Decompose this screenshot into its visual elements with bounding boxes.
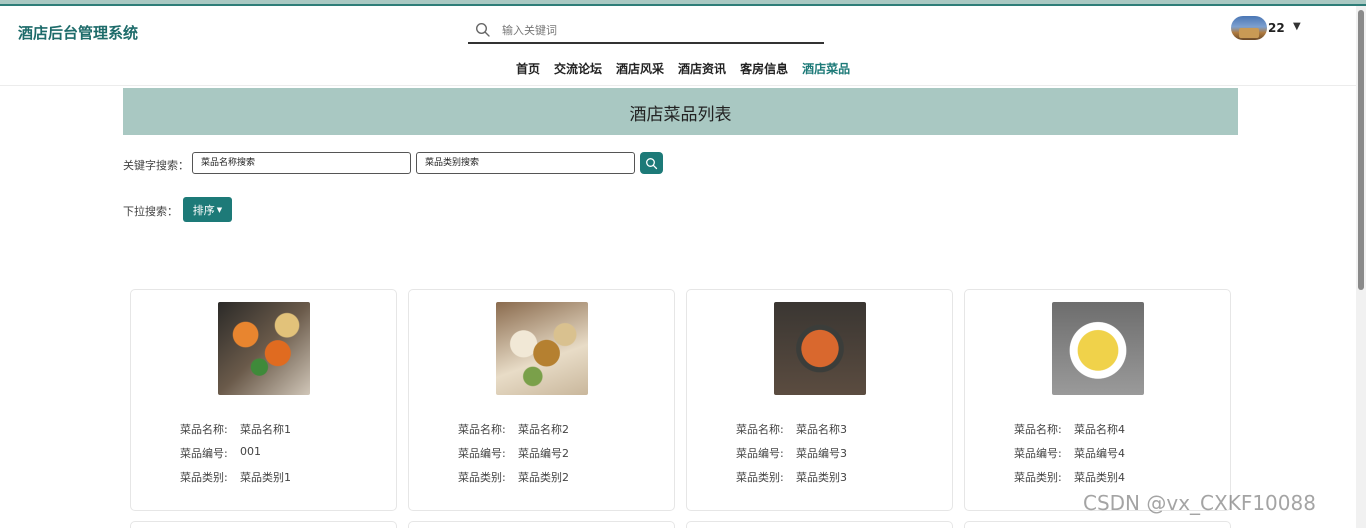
avatar[interactable] — [1231, 16, 1267, 40]
dish-category: 菜品类别1 — [240, 471, 291, 484]
dish-image[interactable] — [1052, 302, 1144, 395]
field-label: 菜品编号: — [1014, 447, 1062, 460]
field-label: 菜品类别: — [736, 471, 784, 484]
sort-button-label: 排序 — [192, 203, 215, 217]
dish-code: 菜品编号4 — [1074, 447, 1125, 460]
page-title: 酒店菜品列表 — [629, 105, 732, 125]
field-label: 菜品名称: — [1014, 423, 1062, 436]
caret-down-icon: ▼ — [216, 205, 223, 214]
dish-image[interactable] — [496, 302, 588, 395]
username[interactable]: 22 — [1268, 21, 1285, 35]
dish-card-next-row[interactable] — [408, 521, 675, 528]
page-banner: 酒店菜品列表 — [123, 88, 1238, 135]
dish-category: 菜品类别2 — [518, 471, 569, 484]
field-label: 菜品名称: — [736, 423, 784, 436]
dish-code: 菜品编号3 — [796, 447, 847, 460]
dish-card[interactable]: 菜品名称: 菜品名称1 菜品编号: 001 菜品类别: 菜品类别1 — [130, 289, 397, 511]
nav-item-home[interactable]: 首页 — [516, 60, 540, 80]
field-label: 菜品名称: — [180, 423, 228, 436]
dish-name: 菜品名称1 — [240, 423, 291, 436]
dish-code: 菜品编号2 — [518, 447, 569, 460]
dish-card-next-row[interactable] — [686, 521, 953, 528]
sort-dropdown-button[interactable]: 排序 ▼ — [183, 197, 232, 222]
nav-item-forum[interactable]: 交流论坛 — [554, 60, 602, 80]
dish-card[interactable]: 菜品名称: 菜品名称4 菜品编号: 菜品编号4 菜品类别: 菜品类别4 — [964, 289, 1231, 511]
watermark: CSDN @vx_CXKF10088 — [1083, 491, 1316, 515]
field-label: 菜品编号: — [736, 447, 784, 460]
nav-item-dishes[interactable]: 酒店菜品 — [802, 60, 850, 80]
page-scrollbar[interactable] — [1356, 6, 1366, 528]
nav-item-hotel-style[interactable]: 酒店风采 — [616, 60, 664, 80]
search-icon — [475, 22, 490, 37]
header: 酒店后台管理系统 22 ▼ 首页 交流论坛 酒店风采 酒店资讯 客房信息 酒店菜… — [0, 6, 1356, 86]
dropdown-filter-label: 下拉搜索： — [123, 205, 178, 218]
nav-item-hotel-news[interactable]: 酒店资讯 — [678, 60, 726, 80]
dish-card[interactable]: 菜品名称: 菜品名称3 菜品编号: 菜品编号3 菜品类别: 菜品类别3 — [686, 289, 953, 511]
field-label: 菜品编号: — [180, 447, 228, 460]
field-label: 菜品名称: — [458, 423, 506, 436]
dish-card[interactable]: 菜品名称: 菜品名称2 菜品编号: 菜品编号2 菜品类别: 菜品类别2 — [408, 289, 675, 511]
dish-card-next-row[interactable] — [964, 521, 1231, 528]
main-nav: 首页 交流论坛 酒店风采 酒店资讯 客房信息 酒店菜品 — [516, 60, 850, 80]
brand-title: 酒店后台管理系统 — [18, 24, 139, 42]
field-label: 菜品编号: — [458, 447, 506, 460]
global-search — [468, 16, 824, 44]
dish-category-search-input[interactable] — [416, 152, 635, 174]
field-label: 菜品类别: — [180, 471, 228, 484]
dish-code: 001 — [240, 445, 261, 458]
dish-name: 菜品名称4 — [1074, 423, 1125, 436]
scrollbar-thumb[interactable] — [1358, 10, 1364, 290]
field-label: 菜品类别: — [1014, 471, 1062, 484]
keyword-filter-label: 关键字搜索： — [123, 159, 189, 172]
dish-name: 菜品名称2 — [518, 423, 569, 436]
search-icon — [646, 158, 658, 170]
dish-category: 菜品类别3 — [796, 471, 847, 484]
dish-image[interactable] — [774, 302, 866, 395]
dish-image[interactable] — [218, 302, 310, 395]
dish-name: 菜品名称3 — [796, 423, 847, 436]
caret-down-icon[interactable]: ▼ — [1293, 21, 1301, 32]
nav-item-rooms[interactable]: 客房信息 — [740, 60, 788, 80]
field-label: 菜品类别: — [458, 471, 506, 484]
search-input[interactable] — [502, 20, 802, 40]
dish-category: 菜品类别4 — [1074, 471, 1125, 484]
search-button[interactable] — [640, 152, 663, 174]
dish-card-next-row[interactable] — [130, 521, 397, 528]
dish-name-search-input[interactable] — [192, 152, 411, 174]
